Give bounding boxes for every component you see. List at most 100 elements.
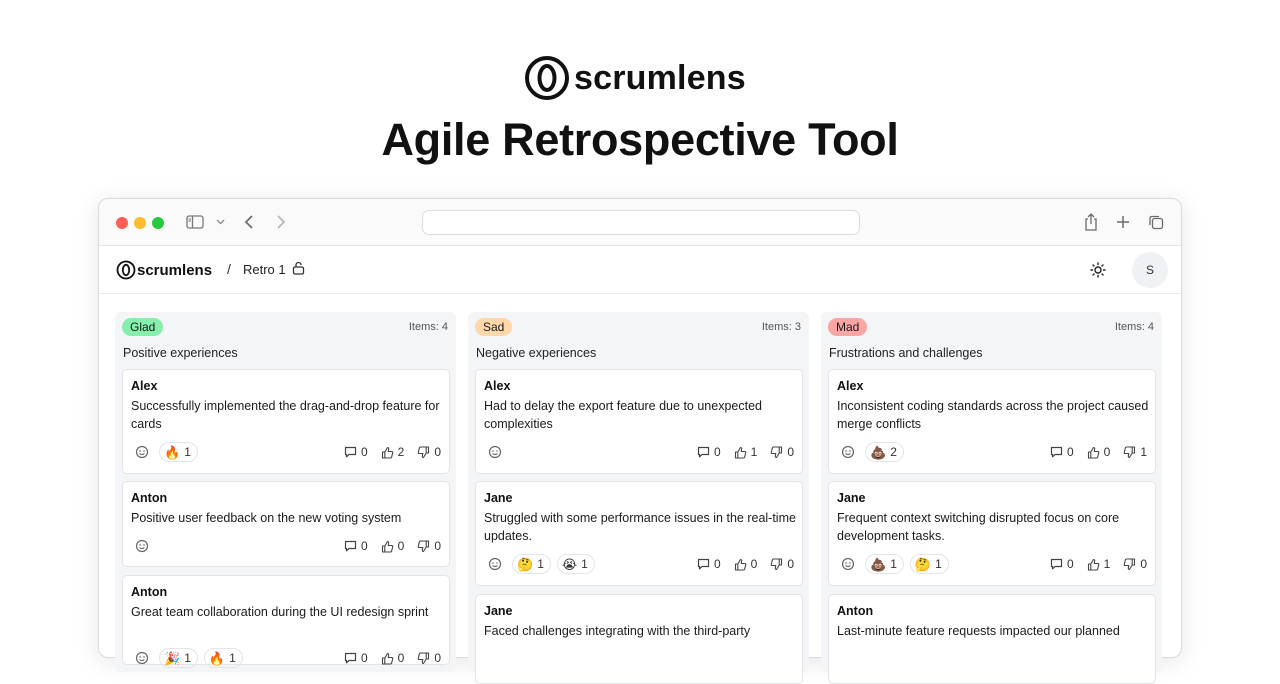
- thumbs-up-icon: [734, 558, 751, 571]
- chevron-down-icon[interactable]: [214, 211, 226, 233]
- comment-icon: [344, 652, 361, 664]
- reaction-pill[interactable]: 🎉 1: [159, 648, 198, 668]
- comments-button[interactable]: 0: [697, 445, 721, 459]
- reaction-pill[interactable]: 💩 2: [865, 442, 904, 462]
- reaction-pill[interactable]: 🔥 1: [203, 648, 243, 668]
- downvotes-button[interactable]: 0: [417, 539, 441, 553]
- comments-button[interactable]: 0: [344, 651, 368, 665]
- card-text: Struggled with some performance issues i…: [484, 511, 796, 543]
- downvotes-button[interactable]: 0: [1123, 557, 1147, 571]
- sidebar-icon[interactable]: [185, 211, 205, 233]
- breadcrumb-retro-name[interactable]: Retro 1: [243, 262, 286, 277]
- tabs-icon[interactable]: [1147, 211, 1165, 233]
- comments-count: 0: [360, 445, 368, 459]
- thumbs-up-icon: [734, 446, 751, 459]
- app-header: scrumlens / Retro 1 S: [99, 246, 1181, 294]
- card-author: Alex: [837, 379, 864, 393]
- retro-card[interactable]: Alex Successfully implemented the drag-an…: [122, 369, 450, 474]
- reaction-pill[interactable]: 💩 1: [865, 554, 904, 574]
- add-reaction-smiley-icon[interactable]: [131, 441, 153, 463]
- upvotes-button[interactable]: 1: [1087, 557, 1111, 571]
- reaction-pill[interactable]: 🤔 1: [512, 554, 551, 574]
- upvotes-count: 0: [397, 539, 405, 553]
- add-reaction-smiley-icon[interactable]: [484, 441, 506, 463]
- downvotes-count: 0: [434, 445, 441, 459]
- share-icon[interactable]: [1082, 211, 1100, 233]
- card-author: Alex: [131, 379, 158, 393]
- add-reaction-smiley-icon[interactable]: [131, 647, 153, 669]
- retro-card[interactable]: Anton Great team collaboration during the…: [122, 575, 450, 668]
- upvotes-button[interactable]: 0: [734, 557, 758, 571]
- card-author: Alex: [484, 379, 511, 393]
- reaction-pill[interactable]: 😭 1: [556, 554, 595, 574]
- upvotes-button[interactable]: 0: [381, 651, 404, 665]
- app-logo[interactable]: scrumlens: [116, 260, 212, 280]
- add-reaction-smiley-icon[interactable]: [131, 535, 153, 557]
- comments-count: 0: [360, 539, 368, 553]
- upvotes-count: 1: [1103, 557, 1111, 571]
- comments-button[interactable]: 0: [697, 557, 721, 571]
- downvotes-count: 0: [787, 557, 794, 571]
- comments-button[interactable]: 0: [1050, 445, 1074, 459]
- reaction-emoji: 🤔: [914, 556, 932, 572]
- upvotes-button[interactable]: 0: [1087, 445, 1110, 459]
- downvotes-count: 0: [1140, 557, 1147, 571]
- reaction-pill[interactable]: 🤔 1: [909, 554, 949, 574]
- card-footer: 0 0 0: [131, 535, 441, 557]
- reaction-pill[interactable]: 🔥 1: [159, 442, 198, 462]
- column-description: Negative experiences: [476, 346, 597, 360]
- upvotes-button[interactable]: 2: [381, 445, 404, 459]
- card-stats: 0 1 0: [1037, 557, 1147, 571]
- upvotes-button[interactable]: 0: [381, 539, 405, 553]
- thumbs-down-icon: [1123, 557, 1140, 571]
- comment-icon: [344, 446, 361, 458]
- back-icon[interactable]: [241, 211, 257, 233]
- user-avatar[interactable]: S: [1132, 252, 1168, 288]
- maximize-window-button[interactable]: [152, 217, 164, 229]
- card-author: Jane: [837, 491, 866, 505]
- retro-card[interactable]: Jane Struggled with some performance issu…: [475, 481, 803, 586]
- retro-card[interactable]: Alex Inconsistent coding standards across…: [828, 369, 1156, 474]
- retro-card[interactable]: Alex Had to delay the export feature due …: [475, 369, 803, 474]
- reaction-emoji: 🎉: [164, 650, 181, 666]
- comments-button[interactable]: 0: [344, 445, 368, 459]
- column-description: Positive experiences: [123, 346, 238, 360]
- lock-icon[interactable]: [292, 261, 305, 280]
- upvotes-count: 0: [750, 557, 758, 571]
- retro-card[interactable]: Anton Positive user feedback on the new v…: [122, 481, 450, 567]
- comments-button[interactable]: 0: [1050, 557, 1074, 571]
- card-footer: 🔥 1 0 2 0: [131, 441, 441, 463]
- card-footer: 💩 1 🤔 1 0 1 0: [837, 553, 1147, 575]
- reaction-count: 1: [537, 557, 544, 571]
- retro-card[interactable]: Jane Frequent context switching disrupted…: [828, 481, 1156, 586]
- retro-card[interactable]: Anton Last-minute feature requests impact…: [828, 594, 1156, 684]
- plus-icon[interactable]: [1114, 211, 1132, 233]
- theme-toggle-sun-icon[interactable]: [1087, 259, 1109, 281]
- comments-button[interactable]: 0: [344, 539, 368, 553]
- retro-card[interactable]: Jane Faced challenges integrating with th…: [475, 594, 803, 684]
- card-footer: 💩 2 0 0 1: [837, 441, 1147, 463]
- reaction-count: 1: [229, 651, 236, 665]
- forward-icon[interactable]: [273, 211, 289, 233]
- add-reaction-smiley-icon[interactable]: [837, 441, 859, 463]
- close-window-button[interactable]: [116, 217, 128, 229]
- reaction-emoji: 🔥: [208, 650, 226, 666]
- column-item-count: Items: 4: [1114, 321, 1154, 333]
- add-reaction-smiley-icon[interactable]: [484, 553, 506, 575]
- reaction-count: 1: [184, 651, 191, 665]
- hero-section: scrumlens Agile Retrospective Tool: [0, 0, 1280, 200]
- downvotes-button[interactable]: 1: [1123, 445, 1147, 459]
- comments-count: 0: [1066, 557, 1074, 571]
- address-bar[interactable]: [422, 210, 860, 235]
- downvotes-button[interactable]: 0: [770, 557, 794, 571]
- downvotes-button[interactable]: 0: [417, 445, 441, 459]
- comments-count: 0: [360, 651, 368, 665]
- hero-brand: scrumlens: [574, 58, 746, 97]
- add-reaction-smiley-icon[interactable]: [837, 553, 859, 575]
- minimize-window-button[interactable]: [134, 217, 146, 229]
- downvotes-button[interactable]: 0: [417, 651, 441, 665]
- upvotes-button[interactable]: 1: [734, 445, 757, 459]
- reaction-emoji: 🤔: [517, 556, 534, 572]
- downvotes-button[interactable]: 0: [770, 445, 794, 459]
- card-footer: 🎉 1 🔥 1 0 0 0: [131, 647, 441, 669]
